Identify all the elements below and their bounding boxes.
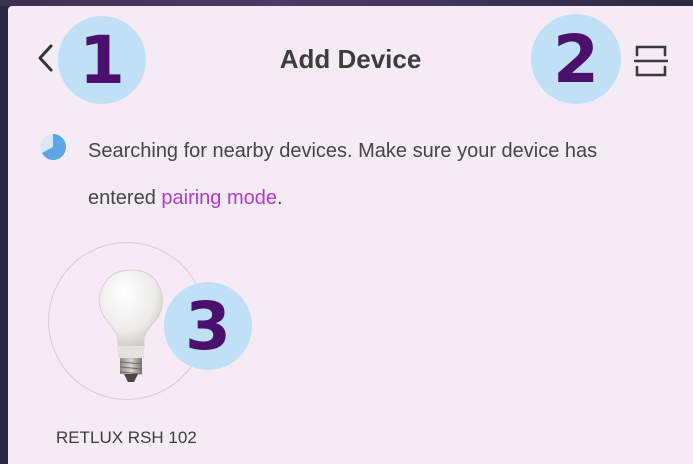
pairing-mode-link[interactable]: pairing mode (161, 187, 277, 209)
loading-spinner-icon (40, 134, 66, 160)
annotation-badge-2: 2 (531, 14, 621, 104)
search-status-text: Searching for nearby devices. Make sure … (88, 128, 648, 222)
light-bulb-icon (99, 269, 163, 382)
add-device-screen: Add Device 1 2 Searching for nearby devi… (8, 6, 693, 464)
annotation-badge-1: 1 (58, 16, 146, 104)
scan-icon[interactable] (634, 44, 668, 78)
annotation-badge-3: 3 (164, 282, 252, 370)
status-text-end: . (277, 187, 283, 209)
device-name-label: RETLUX RSH 102 (56, 428, 197, 447)
